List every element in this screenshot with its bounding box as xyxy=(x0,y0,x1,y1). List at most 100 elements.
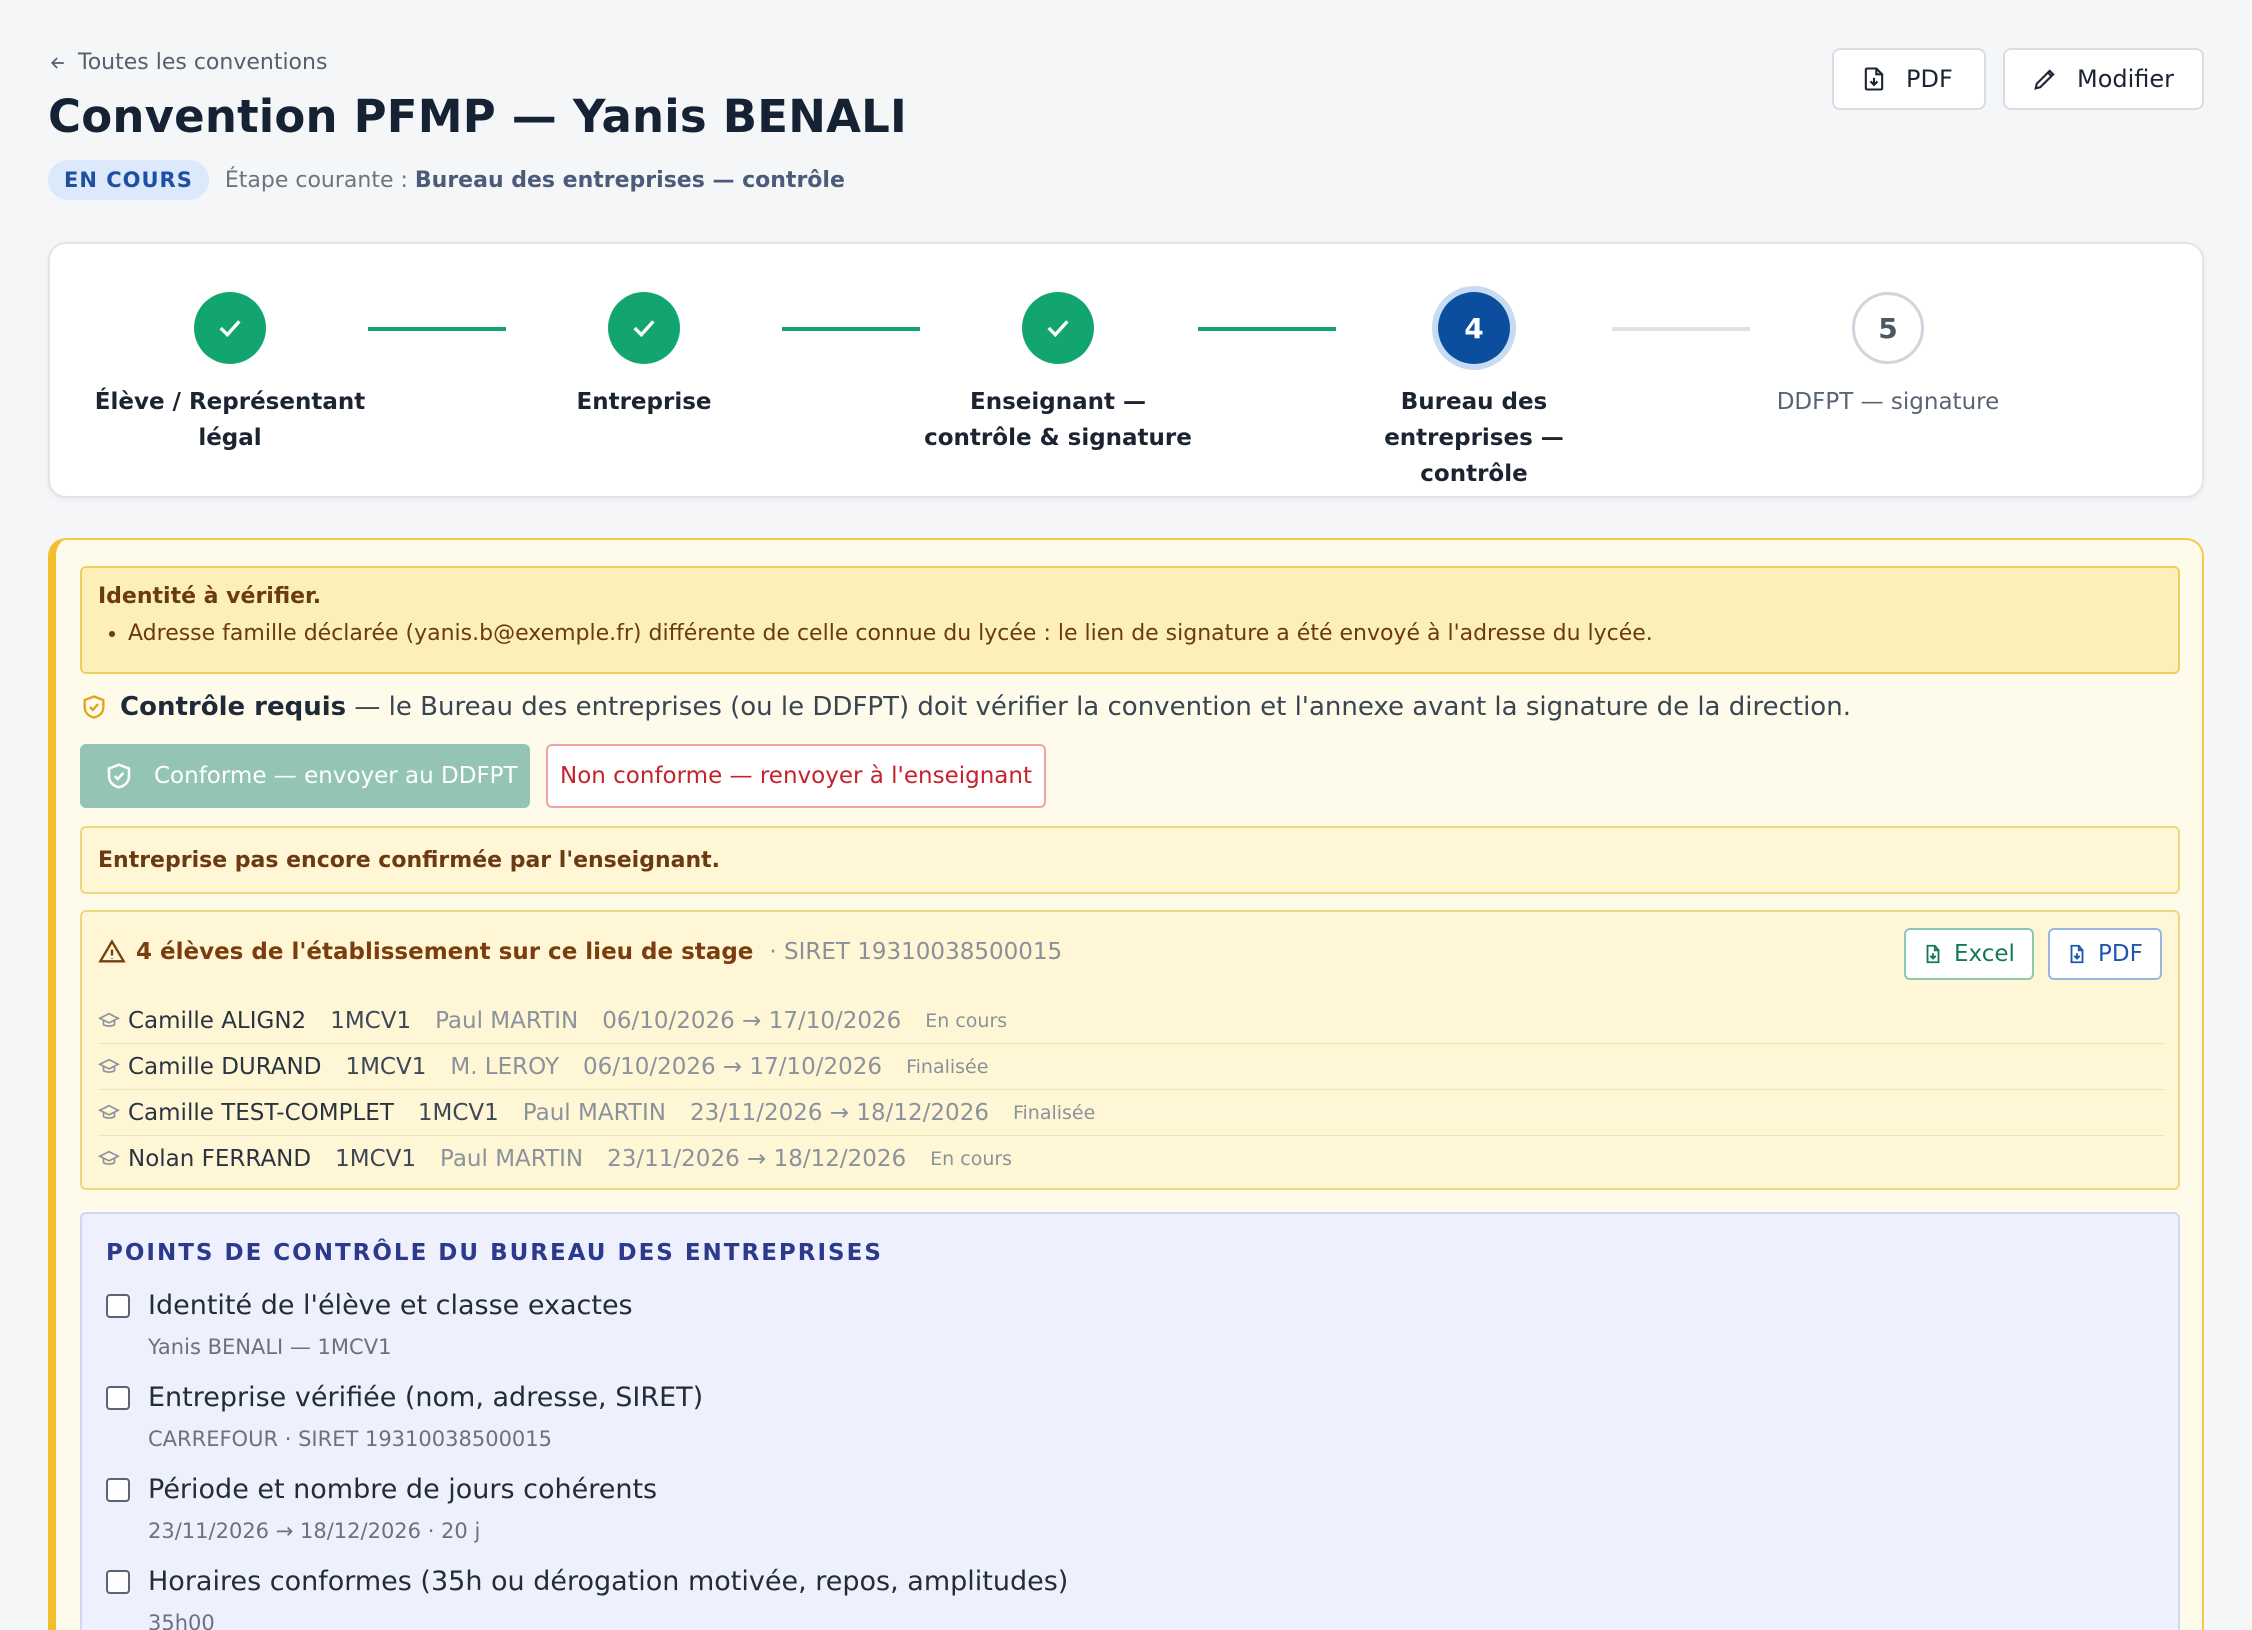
export-pdf-button[interactable]: PDF xyxy=(2048,928,2162,980)
check-icon xyxy=(1047,320,1069,338)
step-done-badge xyxy=(1022,292,1094,364)
page-title: Convention PFMP — Yanis BENALI xyxy=(48,90,907,143)
alert-item: Adresse famille déclarée (yanis.b@exempl… xyxy=(128,621,2162,646)
student-row: Camille TEST-COMPLET 1MCV1 Paul MARTIN 2… xyxy=(98,1090,2164,1136)
checkbox[interactable] xyxy=(106,1477,130,1502)
students-header: 4 élèves de l'établissement sur ce lieu … xyxy=(98,938,1062,966)
workflow-stepper: Élève / Représentant légal Entreprise En… xyxy=(48,242,2204,498)
checkbox[interactable] xyxy=(106,1569,130,1594)
student-dates: 06/10/2026 → 17/10/2026 xyxy=(583,1053,883,1080)
step-done-badge xyxy=(608,292,680,364)
student-teacher: Paul MARTIN xyxy=(440,1146,584,1172)
alert-title: Identité à vérifier. xyxy=(98,584,322,609)
checklist-item-detail: 35h00 xyxy=(148,1611,215,1630)
checklist-item-label: Période et nombre de jours cohérents xyxy=(148,1474,658,1505)
step-done-badge xyxy=(194,292,266,364)
back-link-label: Toutes les conventions xyxy=(78,50,328,75)
student-row: Camille DURAND 1MCV1 M. LEROY 06/10/2026… xyxy=(98,1044,2164,1090)
checklist-item-label: Entreprise vérifiée (nom, adresse, SIRET… xyxy=(148,1382,704,1413)
step-5: 5 DDFPT — signature xyxy=(1743,292,2033,420)
student-row: Camille ALIGN2 1MCV1 Paul MARTIN 06/10/2… xyxy=(98,998,2164,1044)
check-icon xyxy=(219,320,241,338)
step-label: Élève / Représentant légal xyxy=(94,389,366,451)
student-class: 1MCV1 xyxy=(417,1099,499,1126)
student-teacher: M. LEROY xyxy=(450,1053,560,1080)
checklist-item-detail: Yanis BENALI — 1MCV1 xyxy=(148,1335,392,1359)
step-connector xyxy=(1612,327,1750,331)
checkbox[interactable] xyxy=(106,1385,130,1410)
edit-button-label: Modifier xyxy=(2077,65,2175,93)
approve-button[interactable]: Conforme — envoyer au DDFPT xyxy=(80,744,530,808)
step-label: Entreprise xyxy=(576,389,712,415)
pdf-button[interactable]: PDF xyxy=(1832,48,1986,110)
back-link[interactable]: Toutes les conventions xyxy=(48,50,327,75)
students-siret: · SIRET 19310038500015 xyxy=(769,939,1063,965)
students-list: Camille ALIGN2 1MCV1 Paul MARTIN 06/10/2… xyxy=(98,998,2164,1182)
student-name: Camille ALIGN2 xyxy=(128,1007,307,1034)
shield-check-icon xyxy=(83,695,105,719)
checklist-item: Horaires conformes (35h ou dérogation mo… xyxy=(106,1566,1068,1630)
graduation-cap-icon xyxy=(98,1104,120,1119)
company-note: Entreprise pas encore confirmée par l'en… xyxy=(80,826,2180,894)
reject-button[interactable]: Non conforme — renvoyer à l'enseignant xyxy=(546,744,1046,808)
step-connector xyxy=(782,327,920,331)
export-excel-label: Excel xyxy=(1954,941,2015,967)
checklist-item: Période et nombre de jours cohérents 23/… xyxy=(106,1474,657,1543)
step-number-badge: 4 xyxy=(1438,292,1510,364)
students-title: 4 élèves de l'établissement sur ce lieu … xyxy=(136,939,754,965)
student-dates: 06/10/2026 → 17/10/2026 xyxy=(602,1007,902,1034)
shield-check-icon xyxy=(107,763,131,789)
check-icon xyxy=(633,320,655,338)
step-connector xyxy=(1198,327,1336,331)
student-status: Finalisée xyxy=(906,1055,989,1078)
step-label: Bureau des entreprises — contrôle xyxy=(1384,389,1564,487)
checklist-item-label: Identité de l'élève et classe exactes xyxy=(148,1290,633,1321)
approve-button-label: Conforme — envoyer au DDFPT xyxy=(154,763,518,789)
file-download-icon xyxy=(1926,944,1940,964)
identity-alert: Identité à vérifier. Adresse famille déc… xyxy=(80,566,2180,674)
checklist-item-detail: CARREFOUR · SIRET 19310038500015 xyxy=(148,1427,553,1451)
checkbox[interactable] xyxy=(106,1293,130,1318)
student-name: Nolan FERRAND xyxy=(128,1146,312,1172)
current-stage: Étape courante : Bureau des entreprises … xyxy=(224,167,845,193)
student-dates: 23/11/2026 → 18/12/2026 xyxy=(689,1099,989,1126)
reject-button-label: Non conforme — renvoyer à l'enseignant xyxy=(560,763,1032,789)
export-pdf-label: PDF xyxy=(2098,941,2143,967)
student-class: 1MCV1 xyxy=(345,1053,427,1080)
step-label: Enseignant — contrôle & signature xyxy=(924,389,1192,451)
student-status: En cours xyxy=(930,1148,1013,1170)
student-status: Finalisée xyxy=(1012,1101,1096,1124)
student-name: Camille DURAND xyxy=(128,1053,322,1080)
student-class: 1MCV1 xyxy=(335,1146,416,1172)
control-checklist: POINTS DE CONTRÔLE DU BUREAU DES ENTREPR… xyxy=(80,1212,2180,1630)
step-2: Entreprise xyxy=(499,292,789,420)
step-number-badge: 5 xyxy=(1852,292,1924,364)
pdf-button-label: PDF xyxy=(1906,65,1953,93)
step-4: 4 Bureau des entreprises — contrôle xyxy=(1329,292,1619,492)
graduation-cap-icon xyxy=(98,1012,120,1027)
control-text: — le Bureau des entreprises (ou le DDFPT… xyxy=(346,692,1851,722)
arrow-left-icon xyxy=(50,56,64,69)
control-required: Contrôle requis — le Bureau des entrepri… xyxy=(80,692,1851,722)
edit-button[interactable]: Modifier xyxy=(2003,48,2204,110)
step-3: Enseignant — contrôle & signature xyxy=(913,292,1203,456)
control-panel: Identité à vérifier. Adresse famille déc… xyxy=(48,538,2204,1630)
file-download-icon xyxy=(2070,944,2084,964)
graduation-cap-icon xyxy=(98,1150,120,1165)
student-status: En cours xyxy=(925,1009,1008,1032)
checklist-item: Entreprise vérifiée (nom, adresse, SIRET… xyxy=(106,1382,703,1451)
checklist-title: POINTS DE CONTRÔLE DU BUREAU DES ENTREPR… xyxy=(106,1240,883,1266)
student-row: Nolan FERRAND 1MCV1 Paul MARTIN 23/11/20… xyxy=(98,1136,2164,1182)
step-connector xyxy=(368,327,506,331)
student-name: Camille TEST-COMPLET xyxy=(128,1099,394,1126)
file-download-icon xyxy=(1864,67,1884,91)
export-excel-button[interactable]: Excel xyxy=(1904,928,2034,980)
pencil-icon xyxy=(2034,69,2055,90)
checklist-item-label: Horaires conformes (35h ou dérogation mo… xyxy=(148,1566,1069,1597)
checklist-item-detail: 23/11/2026 → 18/12/2026 · 20 j xyxy=(148,1519,481,1543)
student-class: 1MCV1 xyxy=(330,1007,412,1034)
control-title: Contrôle requis xyxy=(120,692,347,722)
students-on-site-panel: 4 élèves de l'établissement sur ce lieu … xyxy=(80,910,2180,1190)
student-dates: 23/11/2026 → 18/12/2026 xyxy=(607,1146,907,1172)
student-teacher: Paul MARTIN xyxy=(522,1099,666,1126)
